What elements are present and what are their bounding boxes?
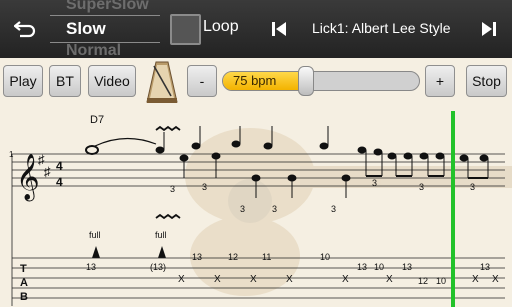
svg-text:X: X — [386, 274, 393, 285]
stop-button[interactable]: Stop — [466, 65, 507, 97]
svg-text:X: X — [286, 274, 293, 285]
speed-option-prev[interactable]: SuperSlow — [66, 0, 149, 14]
vibrato-mark — [155, 213, 181, 220]
tab-clef-b: B — [20, 291, 28, 303]
play-button[interactable]: Play — [3, 65, 43, 97]
measure-number: 1 — [9, 150, 14, 159]
svg-text:3: 3 — [331, 204, 336, 214]
svg-text:3: 3 — [272, 204, 277, 214]
previous-lick-icon[interactable] — [266, 16, 292, 42]
svg-text:12: 12 — [418, 276, 428, 286]
svg-text:13: 13 — [192, 252, 202, 262]
bend-arrow-icon — [158, 246, 166, 258]
svg-text:3: 3 — [419, 182, 424, 192]
svg-text:3: 3 — [470, 182, 475, 192]
svg-text:10: 10 — [374, 262, 384, 272]
score-view: D7 1 𝄞 ♯ ♯ 4 4 3 3 3 3 3 3 3 3 full full… — [0, 106, 512, 307]
background-guitar-art — [185, 128, 512, 296]
svg-text:3: 3 — [372, 178, 377, 188]
loop-label: Loop — [203, 18, 239, 35]
backing-track-button[interactable]: BT — [49, 65, 81, 97]
notation-canvas: D7 1 𝄞 ♯ ♯ 4 4 3 3 3 3 3 3 3 3 full full… — [9, 111, 512, 307]
chord-name: D7 — [90, 114, 104, 126]
svg-text:X: X — [342, 274, 349, 285]
tab-clef-a: A — [20, 277, 28, 289]
svg-text:13: 13 — [480, 262, 490, 272]
svg-text:X: X — [178, 274, 185, 285]
svg-text:13: 13 — [86, 262, 96, 272]
svg-text:3: 3 — [202, 182, 207, 192]
speed-selected-row[interactable]: Slow — [50, 15, 160, 43]
speed-picker[interactable]: SuperSlow Slow Normal — [50, 0, 162, 58]
playhead-cursor — [451, 111, 455, 307]
tempo-bpm-label: 75 bpm — [233, 73, 277, 88]
svg-text:3: 3 — [170, 184, 175, 194]
svg-text:X: X — [214, 274, 221, 285]
next-lick-icon[interactable] — [476, 16, 502, 42]
svg-text:13: 13 — [402, 262, 412, 272]
bend-label: full — [155, 230, 167, 240]
time-signature-bottom: 4 — [56, 175, 63, 189]
tempo-decrease-button[interactable]: - — [187, 65, 217, 97]
vibrato-mark — [155, 125, 181, 132]
tempo-slider-thumb[interactable] — [298, 66, 314, 96]
treble-clef-icon: 𝄞 — [16, 154, 40, 202]
tempo-slider[interactable]: 75 bpm — [222, 71, 420, 91]
top-bar: SuperSlow Slow Normal Loop Lick1: Albert… — [0, 0, 512, 58]
speed-option-next[interactable]: Normal — [66, 42, 121, 58]
back-button[interactable] — [8, 12, 42, 46]
loop-checkbox[interactable] — [170, 14, 201, 45]
svg-text:11: 11 — [262, 252, 271, 262]
svg-text:(13): (13) — [150, 262, 166, 272]
speed-selected-label: Slow — [66, 19, 106, 38]
control-bar: Play BT Video - 75 bpm + Stop — [0, 58, 512, 106]
lick-title: Lick1: Albert Lee Style — [312, 20, 451, 36]
svg-text:10: 10 — [436, 276, 446, 286]
svg-text:X: X — [472, 274, 479, 285]
app-window: SuperSlow Slow Normal Loop Lick1: Albert… — [0, 0, 512, 307]
bend-label: full — [89, 230, 101, 240]
svg-text:10: 10 — [320, 252, 330, 262]
sharp-icon: ♯ — [44, 164, 51, 179]
svg-text:12: 12 — [228, 252, 238, 262]
back-arrow-icon — [14, 21, 36, 38]
time-signature-top: 4 — [56, 159, 63, 173]
svg-text:X: X — [250, 274, 257, 285]
tempo-increase-button[interactable]: + — [425, 65, 455, 97]
bend-arrow-icon — [92, 246, 100, 258]
svg-text:X: X — [492, 274, 499, 285]
metronome-icon[interactable] — [144, 60, 180, 104]
svg-text:13: 13 — [357, 262, 367, 272]
svg-text:3: 3 — [240, 204, 245, 214]
video-button[interactable]: Video — [88, 65, 136, 97]
tab-clef-t: T — [20, 263, 27, 275]
